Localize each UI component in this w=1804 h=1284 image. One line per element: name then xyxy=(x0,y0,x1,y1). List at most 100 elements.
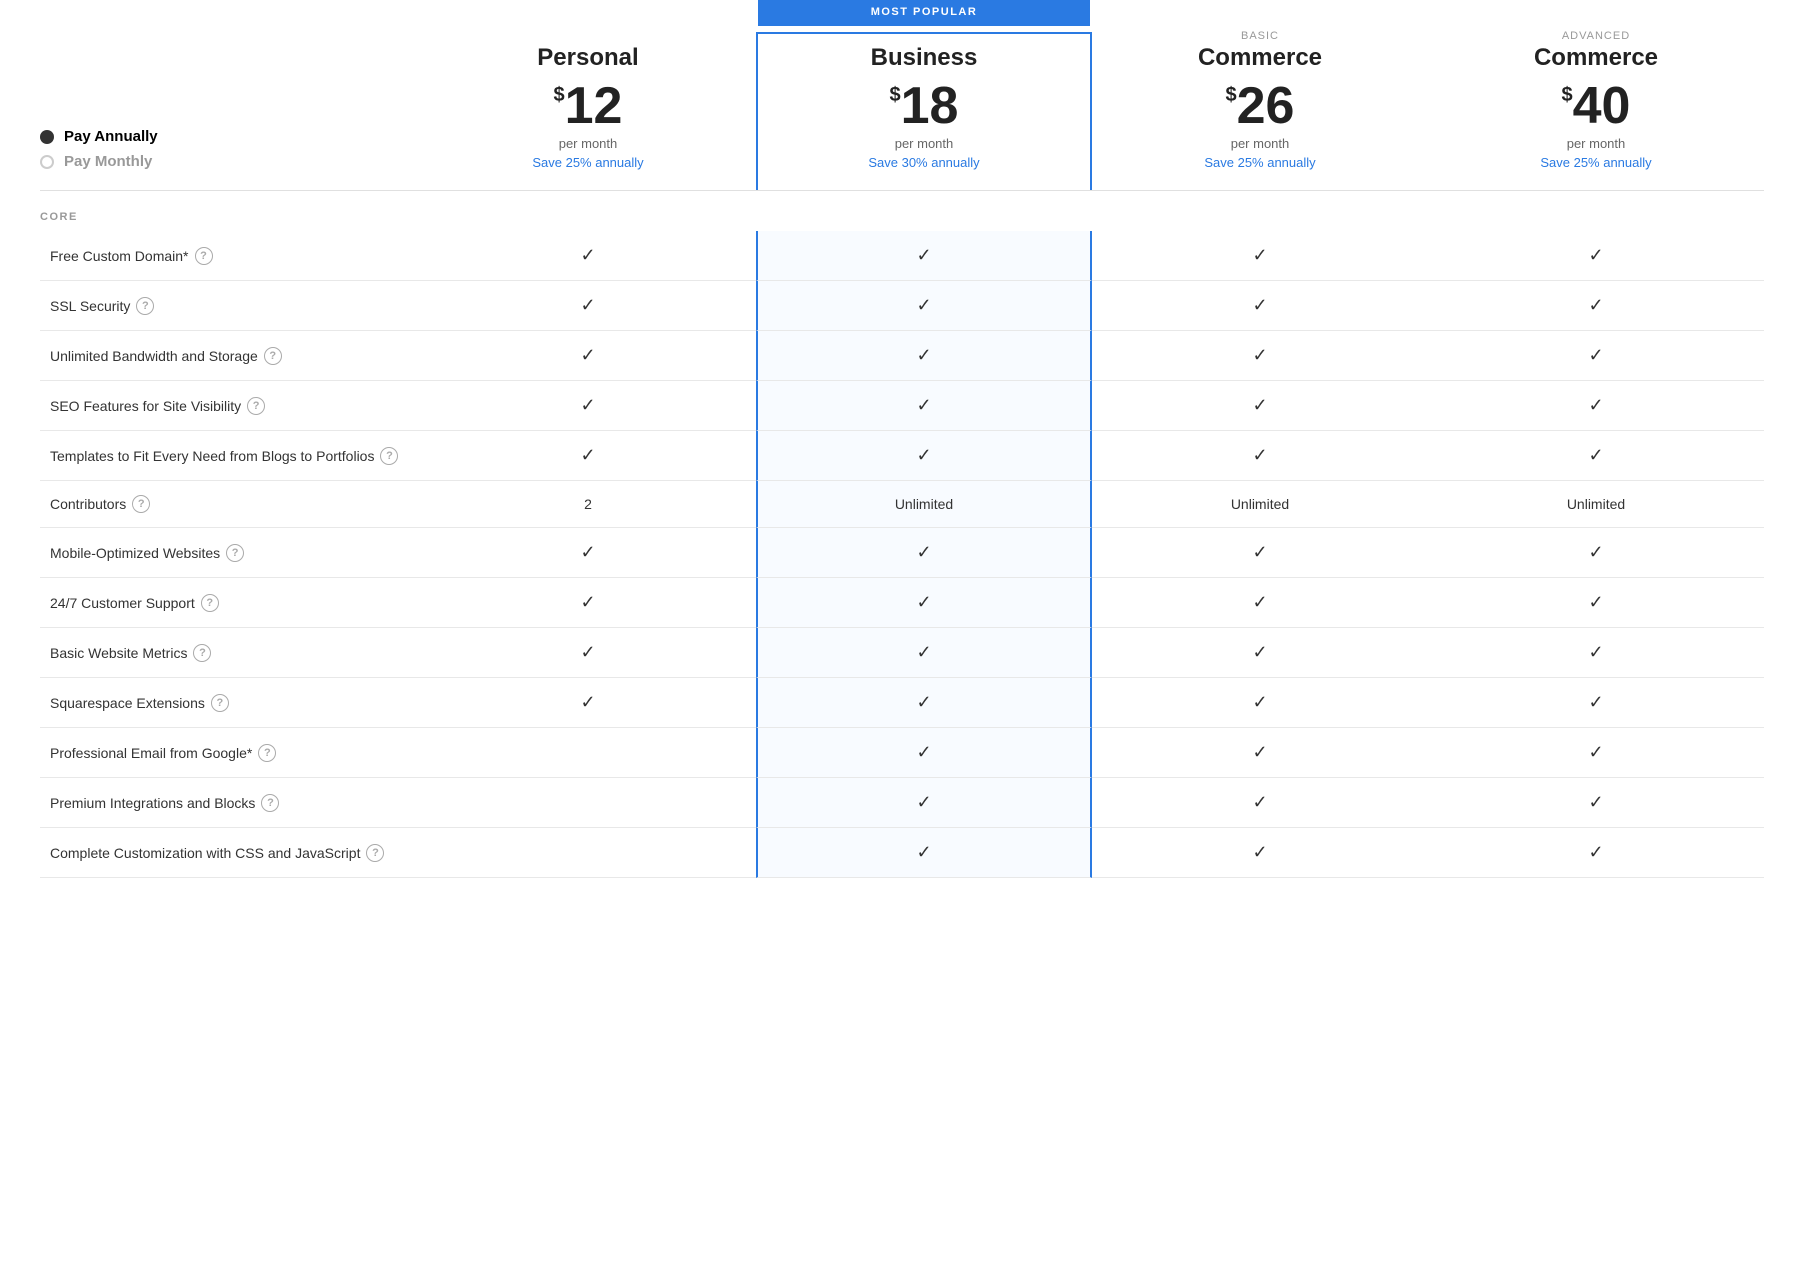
feature-value-cell: ✓ xyxy=(1092,281,1428,331)
check-icon: ✓ xyxy=(1588,692,1603,713)
business-save: Save 30% annually xyxy=(778,155,1070,170)
basic-commerce-price-amount: 26 xyxy=(1237,80,1295,132)
feature-label-text: Basic Website Metrics xyxy=(50,645,187,661)
check-icon: ✓ xyxy=(1252,592,1267,613)
feature-value-cell: ✓ xyxy=(756,728,1092,778)
help-icon[interactable]: ? xyxy=(258,744,276,762)
feature-value-cell: ✓ xyxy=(1092,331,1428,381)
personal-price-dollar: $ xyxy=(554,84,565,107)
feature-value-cell: ✓ xyxy=(756,231,1092,281)
feature-value-cell: ✓ xyxy=(1428,678,1764,728)
feature-value-cell: ✓ xyxy=(756,381,1092,431)
feature-value-cell: ✓ xyxy=(420,431,756,481)
feature-value-cell: ✓ xyxy=(420,678,756,728)
check-icon: ✓ xyxy=(1252,542,1267,563)
check-icon: ✓ xyxy=(1252,692,1267,713)
feature-label-text: Professional Email from Google* xyxy=(50,745,252,761)
radio-annual-icon xyxy=(40,130,54,144)
feature-value-cell: ✓ xyxy=(1428,828,1764,878)
feature-value-cell: Unlimited xyxy=(756,481,1092,528)
feature-value-cell xyxy=(420,728,756,778)
help-icon[interactable]: ? xyxy=(193,644,211,662)
feature-label-cell: Complete Customization with CSS and Java… xyxy=(40,828,420,878)
feature-value-cell: ✓ xyxy=(1092,578,1428,628)
feature-value-cell: ✓ xyxy=(1428,281,1764,331)
check-icon: ✓ xyxy=(1252,792,1267,813)
feature-label-text: Squarespace Extensions xyxy=(50,695,205,711)
check-icon: ✓ xyxy=(1252,742,1267,763)
feature-value-cell: ✓ xyxy=(420,331,756,381)
help-icon[interactable]: ? xyxy=(380,447,398,465)
feature-value-cell: ✓ xyxy=(420,578,756,628)
feature-value-cell: ✓ xyxy=(1428,431,1764,481)
check-icon: ✓ xyxy=(1588,345,1603,366)
check-icon: ✓ xyxy=(580,445,595,466)
feature-label-text: SEO Features for Site Visibility xyxy=(50,398,241,414)
feature-value-cell: ✓ xyxy=(756,331,1092,381)
feature-value-cell: ✓ xyxy=(1092,828,1428,878)
check-icon: ✓ xyxy=(1588,445,1603,466)
personal-plan-name: Personal xyxy=(440,44,736,72)
feature-value-cell: ✓ xyxy=(1428,381,1764,431)
feature-value-cell: ✓ xyxy=(1092,678,1428,728)
check-icon: ✓ xyxy=(580,692,595,713)
help-icon[interactable]: ? xyxy=(226,544,244,562)
check-icon: ✓ xyxy=(580,245,595,266)
help-icon[interactable]: ? xyxy=(247,397,265,415)
check-icon: ✓ xyxy=(1588,245,1603,266)
help-icon[interactable]: ? xyxy=(201,594,219,612)
plan-basic-commerce-header: BASIC Commerce $ 26 per month Save 25% a… xyxy=(1092,20,1428,190)
feature-value-cell: ✓ xyxy=(1092,431,1428,481)
feature-value-cell: ✓ xyxy=(756,431,1092,481)
feature-value-cell: ✓ xyxy=(420,528,756,578)
feature-label-cell: Premium Integrations and Blocks? xyxy=(40,778,420,828)
check-icon: ✓ xyxy=(916,245,931,266)
check-icon: ✓ xyxy=(916,742,931,763)
feature-label-text: Templates to Fit Every Need from Blogs t… xyxy=(50,448,374,464)
feature-label-cell: Mobile-Optimized Websites? xyxy=(40,528,420,578)
feature-label-cell: Unlimited Bandwidth and Storage? xyxy=(40,331,420,381)
basic-commerce-plan-name: Commerce xyxy=(1112,44,1408,72)
check-icon: ✓ xyxy=(916,692,931,713)
check-icon: ✓ xyxy=(1252,395,1267,416)
feature-value-cell: ✓ xyxy=(1092,528,1428,578)
feature-label-text: SSL Security xyxy=(50,298,130,314)
pay-monthly-label: Pay Monthly xyxy=(64,153,152,170)
check-icon: ✓ xyxy=(916,592,931,613)
feature-value-cell: ✓ xyxy=(420,628,756,678)
plan-advanced-commerce-header: ADVANCED Commerce $ 40 per month Save 25… xyxy=(1428,20,1764,190)
feature-label-text: Premium Integrations and Blocks xyxy=(50,795,255,811)
feature-value-cell: ✓ xyxy=(1092,628,1428,678)
feature-value-cell: ✓ xyxy=(1092,728,1428,778)
help-icon[interactable]: ? xyxy=(211,694,229,712)
check-icon: ✓ xyxy=(580,592,595,613)
help-icon[interactable]: ? xyxy=(195,247,213,265)
help-icon[interactable]: ? xyxy=(132,495,150,513)
personal-save: Save 25% annually xyxy=(440,155,736,170)
help-icon[interactable]: ? xyxy=(366,844,384,862)
check-icon: ✓ xyxy=(1252,245,1267,266)
check-icon: ✓ xyxy=(916,295,931,316)
feature-value-cell: ✓ xyxy=(1428,528,1764,578)
feature-label-text: Complete Customization with CSS and Java… xyxy=(50,845,360,861)
check-icon: ✓ xyxy=(1588,592,1603,613)
check-icon: ✓ xyxy=(580,295,595,316)
check-icon: ✓ xyxy=(916,842,931,863)
check-icon: ✓ xyxy=(916,542,931,563)
check-icon: ✓ xyxy=(1252,842,1267,863)
pay-annually-option[interactable]: Pay Annually xyxy=(40,128,420,145)
feature-label-cell: SEO Features for Site Visibility? xyxy=(40,381,420,431)
help-icon[interactable]: ? xyxy=(136,297,154,315)
help-icon[interactable]: ? xyxy=(264,347,282,365)
feature-value-cell: ✓ xyxy=(1092,381,1428,431)
basic-commerce-per-month: per month xyxy=(1112,136,1408,151)
feature-value-cell: 2 xyxy=(420,481,756,528)
pay-monthly-option[interactable]: Pay Monthly xyxy=(40,153,420,170)
advanced-commerce-sub-label: ADVANCED xyxy=(1448,30,1744,42)
check-icon: ✓ xyxy=(580,345,595,366)
feature-value-cell: ✓ xyxy=(756,281,1092,331)
feature-label-text: 24/7 Customer Support xyxy=(50,595,195,611)
help-icon[interactable]: ? xyxy=(261,794,279,812)
check-icon: ✓ xyxy=(580,395,595,416)
feature-value-cell: ✓ xyxy=(756,828,1092,878)
